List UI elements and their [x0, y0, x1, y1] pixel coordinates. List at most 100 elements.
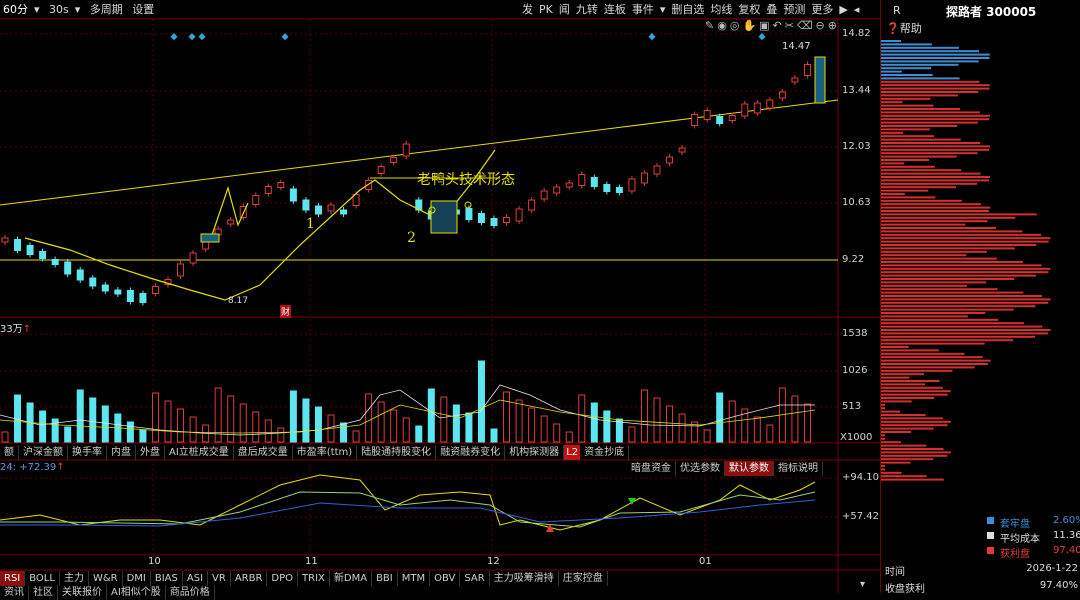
tab-wr[interactable]: W&R: [89, 571, 123, 586]
candle: [791, 75, 799, 85]
tab-sar[interactable]: SAR: [460, 571, 490, 586]
chip-bar: [881, 420, 951, 423]
volume-bar: [628, 426, 636, 443]
tab-inner[interactable]: 内盘: [107, 445, 136, 460]
tab-hs-amount[interactable]: 沪深金额: [19, 445, 68, 460]
tab-turnover[interactable]: 换手率: [68, 445, 107, 460]
chip-bar: [881, 298, 1051, 301]
chip-bar: [881, 50, 980, 53]
chip-bar: [881, 182, 978, 185]
chip-bar: [881, 329, 1051, 331]
candle: [503, 214, 511, 226]
finance-event-badge[interactable]: 财: [280, 305, 292, 318]
high-price-label: 14.47: [782, 41, 811, 52]
chip-bar: [881, 203, 981, 206]
chip-bar: [881, 80, 980, 83]
chip-bar: [881, 91, 979, 93]
chip-bar: [881, 301, 1049, 304]
tab-new-dma[interactable]: 新DMA: [330, 571, 373, 586]
tab-dealer-control[interactable]: 庄家控盘: [559, 571, 608, 586]
chip-bar: [881, 352, 965, 355]
tab-after-hours[interactable]: 盘后成交量: [234, 445, 293, 460]
tab-mtm[interactable]: MTM: [398, 571, 431, 586]
tab-arbr[interactable]: ARBR: [231, 571, 268, 586]
tab-preferred-params[interactable]: 优选参数: [676, 461, 725, 476]
chip-bar: [881, 230, 1023, 233]
candle: [26, 242, 34, 258]
chip-bar: [881, 427, 934, 430]
candle: [528, 197, 536, 213]
chip-bar: [881, 152, 978, 155]
tab-indicator-help[interactable]: 指标说明: [774, 461, 823, 476]
volume-bar: [101, 405, 109, 443]
tab-outer[interactable]: 外盘: [136, 445, 165, 460]
bottom-indicator-tabs: RSI BOLL 主力 W&R DMI BIAS ASI VR ARBR DPO TRIX 新DMA B…: [0, 571, 608, 586]
volume-bar: [465, 412, 473, 443]
chip-bar: [881, 278, 1015, 280]
candle: [540, 188, 548, 202]
chip-bar: [881, 118, 990, 121]
tab-default-params[interactable]: 默认参数: [725, 461, 774, 476]
tab-rsi[interactable]: RSI: [0, 571, 26, 586]
chip-bar: [881, 210, 989, 212]
chip-bar: [881, 380, 940, 382]
chip-bar: [881, 417, 944, 420]
tab-obv[interactable]: OBV: [430, 571, 461, 586]
chip-bar: [881, 67, 932, 70]
chip-bar: [881, 312, 986, 314]
chip-bar: [881, 135, 934, 138]
chip-bar: [881, 475, 927, 478]
tab-dark-funds[interactable]: 暗盘资金: [627, 461, 676, 476]
chip-bar: [881, 373, 924, 376]
volume-bar: [678, 413, 686, 443]
volume-bar: [477, 360, 485, 443]
tab-vr[interactable]: VR: [208, 571, 231, 586]
chip-bar: [881, 386, 943, 389]
chip-bar: [881, 165, 935, 168]
candle: [590, 174, 598, 190]
wave-label-1: 1: [306, 216, 315, 232]
chip-bar: [881, 291, 1024, 294]
chip-bar: [881, 437, 885, 440]
volume-bar: [603, 410, 611, 443]
chip-bar: [881, 172, 981, 175]
tab-boll[interactable]: BOLL: [25, 571, 60, 586]
expand-icon[interactable]: ▾: [860, 579, 865, 590]
volume-bar: [640, 389, 648, 443]
chip-bar: [881, 216, 1016, 219]
rsi-option-tabs: 暗盘资金 优选参数 默认参数 指标说明: [627, 461, 823, 476]
tab-institution[interactable]: 机构探测器: [505, 445, 565, 460]
volume-bar: [803, 403, 811, 443]
tab-bias[interactable]: BIAS: [151, 571, 183, 586]
chip-bar: [881, 213, 1037, 216]
chip-bar: [881, 434, 885, 437]
candle: [741, 101, 749, 119]
tab-accumulation[interactable]: 主力吸筹滑持: [490, 571, 559, 586]
tab-pe[interactable]: 市盈率(ttm): [293, 445, 358, 460]
tab-ai-volume[interactable]: AI立桩成交量: [165, 445, 234, 460]
tab-amount[interactable]: 额: [0, 445, 19, 460]
tab-hk-connect[interactable]: 陆股通持股变化: [357, 445, 437, 460]
help-link[interactable]: ❓帮助: [886, 20, 922, 36]
chip-bar: [881, 431, 912, 433]
chip-bar: [881, 125, 958, 127]
chip-bar: [881, 138, 961, 141]
tab-dmi[interactable]: DMI: [123, 571, 151, 586]
volume-bar: [39, 410, 47, 443]
chip-bar: [881, 159, 930, 161]
tab-bbi[interactable]: BBI: [372, 571, 398, 586]
candle: [666, 154, 674, 166]
tab-margin[interactable]: 融资融券变化: [436, 445, 506, 460]
candle: [565, 180, 573, 190]
tab-trix[interactable]: TRIX: [298, 571, 330, 586]
chip-bar: [881, 342, 985, 345]
tab-main[interactable]: 主力: [60, 571, 89, 586]
kline-chart[interactable]: [0, 0, 880, 593]
tab-dpo[interactable]: DPO: [267, 571, 299, 586]
volume-bar: [139, 429, 147, 443]
chip-bar: [881, 104, 934, 107]
tab-bottom-fishing[interactable]: 资金抄底: [580, 445, 630, 460]
candle: [653, 163, 661, 177]
chip-bar: [881, 454, 948, 457]
tab-asi[interactable]: ASI: [183, 571, 209, 586]
